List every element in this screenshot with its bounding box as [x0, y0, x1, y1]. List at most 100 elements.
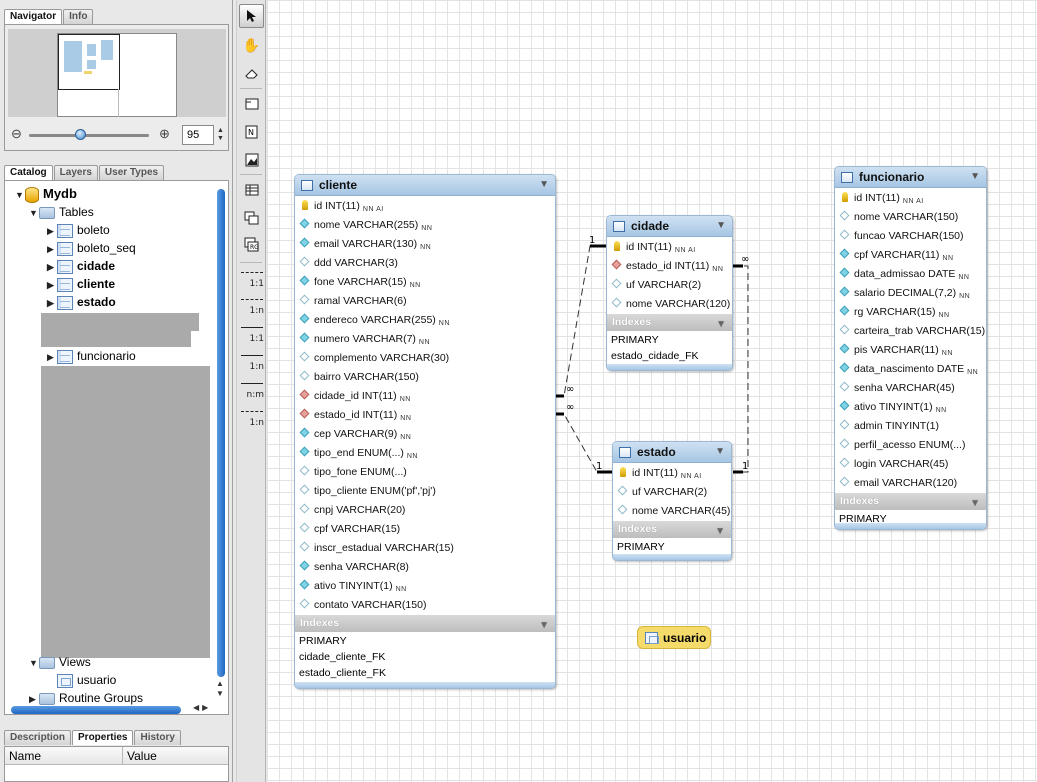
relationship-cidade-cliente[interactable] — [556, 244, 607, 398]
column-row[interactable]: senha VARCHAR(8) — [295, 558, 555, 577]
column-row[interactable]: email VARCHAR(130) NN — [295, 235, 555, 254]
entity-header[interactable]: cliente ▼ — [295, 175, 555, 196]
column-row[interactable]: cidade_id INT(11) NN — [295, 387, 555, 406]
column-row[interactable]: cpf VARCHAR(15) — [295, 520, 555, 539]
navigator-preview[interactable] — [8, 29, 226, 117]
collapse-icon[interactable]: ▼ — [715, 446, 725, 457]
catalog-scroll-arrows[interactable]: ▲ ▼ — [216, 679, 224, 699]
routine-group-tool-icon[interactable]: RG — [239, 233, 264, 257]
column-row[interactable]: admin TINYINT(1) — [835, 417, 986, 436]
disclosure-closed-icon[interactable]: ▶ — [47, 258, 57, 276]
zoom-stepper[interactable]: ▲ ▼ — [217, 127, 224, 143]
entity-cidade[interactable]: cidade ▼ id INT(11) NN AI estado_id INT(11… — [606, 215, 733, 371]
column-row[interactable]: id INT(11) NN AI — [835, 189, 986, 208]
tab-catalog[interactable]: Catalog — [4, 165, 53, 180]
relationship-estado-cidade[interactable] — [733, 264, 749, 474]
tab-navigator[interactable]: Navigator — [4, 9, 63, 24]
zoom-input[interactable] — [182, 125, 214, 145]
column-row[interactable]: fone VARCHAR(15) NN — [295, 273, 555, 292]
collapse-icon[interactable]: ▼ — [970, 171, 980, 182]
column-row[interactable]: estado_id INT(11) NN — [607, 257, 732, 276]
hand-tool-icon[interactable]: ✋ — [239, 33, 264, 57]
tab-properties[interactable]: Properties — [72, 730, 134, 745]
navigator-viewport-rect[interactable] — [58, 34, 120, 90]
catalog-horizontal-scrollbar[interactable] — [11, 706, 181, 714]
disclosure-closed-icon[interactable]: ▶ — [47, 222, 57, 240]
column-row[interactable]: nome VARCHAR(45) — [613, 502, 731, 521]
tree-view-usuario[interactable]: usuario — [57, 671, 116, 689]
column-row[interactable]: nome VARCHAR(150) — [835, 208, 986, 227]
column-row[interactable]: nome VARCHAR(255) NN — [295, 216, 555, 235]
index-row[interactable]: PRIMARY — [607, 332, 732, 348]
column-row[interactable]: cpf VARCHAR(11) NN — [835, 246, 986, 265]
view-tool-icon[interactable] — [239, 206, 264, 230]
column-row[interactable]: estado_id INT(11) NN — [295, 406, 555, 425]
column-row[interactable]: numero VARCHAR(7) NN — [295, 330, 555, 349]
pointer-tool-icon[interactable] — [239, 4, 264, 28]
column-row[interactable]: id INT(11) NN AI — [295, 197, 555, 216]
index-row[interactable]: PRIMARY — [613, 539, 731, 555]
disclosure-open-icon[interactable]: ▼ — [15, 186, 25, 204]
layer-tool-icon[interactable] — [239, 92, 264, 116]
collapse-icon[interactable]: ▼ — [970, 495, 980, 512]
relationship-1-n-nonidentifying-tool[interactable]: 1:n — [239, 293, 265, 319]
column-row[interactable]: senha VARCHAR(45) — [835, 379, 986, 398]
index-row[interactable]: estado_cliente_FK — [295, 665, 555, 681]
entity-header[interactable]: cidade ▼ — [607, 216, 732, 237]
column-row[interactable]: cnpj VARCHAR(20) — [295, 501, 555, 520]
column-row[interactable]: cep VARCHAR(9) NN — [295, 425, 555, 444]
indexes-header[interactable]: Indexes ▼ — [835, 493, 986, 510]
column-row[interactable]: salario DECIMAL(7,2) NN — [835, 284, 986, 303]
column-row[interactable]: contato VARCHAR(150) — [295, 596, 555, 615]
collapse-icon[interactable]: ▼ — [715, 523, 725, 540]
zoom-slider-thumb[interactable] — [75, 129, 86, 140]
column-row[interactable]: funcao VARCHAR(150) — [835, 227, 986, 246]
disclosure-closed-icon[interactable]: ▶ — [47, 348, 57, 366]
relationship-existing-columns-tool[interactable]: 1:n — [239, 405, 265, 431]
disclosure-open-icon[interactable]: ▼ — [29, 654, 39, 672]
tab-description[interactable]: Description — [4, 730, 72, 745]
column-row[interactable]: ddd VARCHAR(3) — [295, 254, 555, 273]
relationship-1-1-nonidentifying-tool[interactable]: 1:1 — [239, 266, 265, 292]
column-row[interactable]: tipo_end ENUM(...) NN — [295, 444, 555, 463]
tree-table-estado[interactable]: ▶ estado — [47, 293, 116, 311]
column-row[interactable]: perfil_acesso ENUM(...) — [835, 436, 986, 455]
tree-table-boleto-seq[interactable]: ▶ boleto_seq — [47, 239, 136, 257]
column-row[interactable]: uf VARCHAR(2) — [607, 276, 732, 295]
catalog-vertical-scrollbar[interactable] — [217, 189, 225, 677]
collapse-icon[interactable]: ▼ — [716, 220, 726, 231]
eraser-tool-icon[interactable] — [239, 62, 264, 86]
disclosure-open-icon[interactable]: ▼ — [29, 204, 39, 222]
column-row[interactable]: data_nascimento DATE NN — [835, 360, 986, 379]
disclosure-closed-icon[interactable]: ▶ — [47, 294, 57, 312]
column-row[interactable]: inscr_estadual VARCHAR(15) — [295, 539, 555, 558]
tree-table-cidade[interactable]: ▶ cidade — [47, 257, 115, 275]
zoom-slider[interactable] — [29, 134, 149, 137]
properties-column-name[interactable]: Name — [5, 747, 123, 765]
entity-funcionario[interactable]: funcionario ▼ id INT(11) NN AI nome VARCHA… — [834, 166, 987, 530]
column-row[interactable]: tipo_cliente ENUM('pf','pj') — [295, 482, 555, 501]
column-row[interactable]: bairro VARCHAR(150) — [295, 368, 555, 387]
column-row[interactable]: id INT(11) NN AI — [613, 464, 731, 483]
zoom-in-icon[interactable]: ⊕ — [159, 126, 170, 142]
column-row[interactable]: login VARCHAR(45) — [835, 455, 986, 474]
relationship-n-m-tool[interactable]: n:m — [239, 377, 265, 403]
tree-table-funcionario[interactable]: ▶ funcionario — [47, 347, 136, 365]
column-row[interactable]: nome VARCHAR(120) — [607, 295, 732, 314]
tree-views-folder[interactable]: ▼ Views — [29, 653, 91, 671]
column-row[interactable]: uf VARCHAR(2) — [613, 483, 731, 502]
column-row[interactable]: email VARCHAR(120) — [835, 474, 986, 493]
column-row[interactable]: rg VARCHAR(15) NN — [835, 303, 986, 322]
column-row[interactable]: tipo_fone ENUM(...) — [295, 463, 555, 482]
relationship-1-n-identifying-tool[interactable]: 1:n — [239, 349, 265, 375]
index-row[interactable]: cidade_cliente_FK — [295, 649, 555, 665]
catalog-hscroll-arrows[interactable]: ◀▶ — [193, 703, 211, 712]
column-row[interactable]: complemento VARCHAR(30) — [295, 349, 555, 368]
tree-schema[interactable]: ▼ Mydb — [15, 185, 77, 203]
collapse-icon[interactable]: ▼ — [716, 316, 726, 333]
column-row[interactable]: ramal VARCHAR(6) — [295, 292, 555, 311]
column-row[interactable]: ativo TINYINT(1) NN — [835, 398, 986, 417]
entity-header[interactable]: estado ▼ — [613, 442, 731, 463]
index-row[interactable]: PRIMARY — [295, 633, 555, 649]
collapse-icon[interactable]: ▼ — [539, 179, 549, 190]
